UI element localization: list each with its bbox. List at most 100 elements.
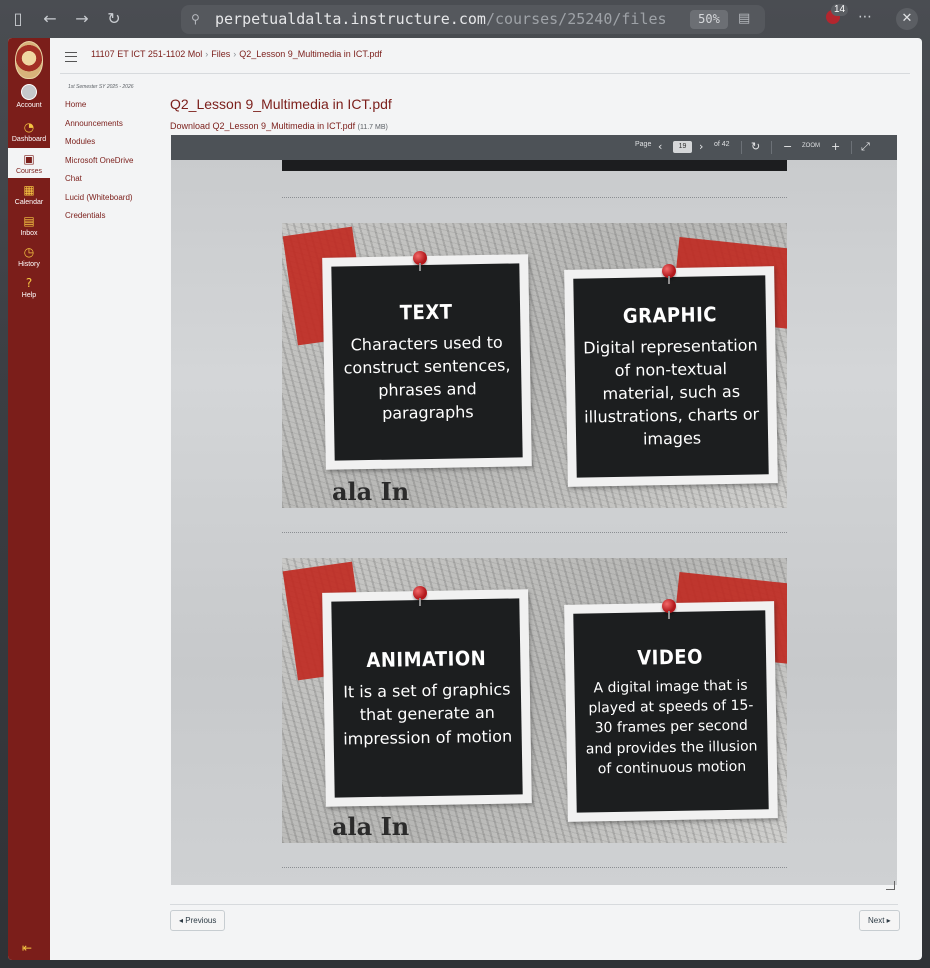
rotate-icon[interactable]: ↻ bbox=[751, 140, 760, 154]
card-title: GRAPHIC bbox=[622, 301, 718, 328]
global-nav: Account ◔ Dashboard ▣ Courses ▦ Calendar… bbox=[8, 38, 50, 960]
page-label: Page bbox=[635, 141, 652, 148]
card-title: VIDEO bbox=[637, 644, 704, 670]
nav-calendar[interactable]: ▦ Calendar bbox=[8, 183, 50, 209]
history-icon: ◷ bbox=[23, 245, 35, 259]
zoom-in-icon[interactable]: + bbox=[831, 140, 840, 154]
card-title: ANIMATION bbox=[366, 646, 487, 673]
pdf-slide: ala In TEXT Characters used to construct… bbox=[282, 223, 787, 508]
url-text[interactable]: perpetualdalta.instructure.com/courses/2… bbox=[215, 10, 685, 28]
fullscreen-icon[interactable]: ⤢ bbox=[861, 140, 870, 154]
divider bbox=[60, 73, 910, 74]
extension-badge: 14 bbox=[831, 4, 849, 16]
card-body: Characters used to construct sentences, … bbox=[343, 332, 511, 423]
card-animation: ANIMATION It is a set of graphics that g… bbox=[322, 589, 532, 807]
url-host: perpetualdalta.instructure.com bbox=[215, 10, 486, 28]
next-button[interactable]: Next ▸ bbox=[859, 910, 900, 931]
nav-label: Inbox bbox=[20, 230, 38, 237]
forward-icon[interactable]: → bbox=[72, 9, 92, 29]
divider bbox=[771, 141, 772, 154]
pdf-viewer: Page ‹ 19 › of 42 ↻ − ZOOM + ⤢ ala In TE… bbox=[171, 135, 897, 885]
course-nav-announcements[interactable]: Announcements bbox=[65, 119, 165, 128]
zoom-out-icon[interactable]: − bbox=[783, 140, 792, 154]
divider bbox=[851, 141, 852, 154]
close-icon[interactable]: ✕ bbox=[896, 8, 918, 30]
courses-icon: ▣ bbox=[23, 152, 35, 166]
course-nav-chat[interactable]: Chat bbox=[65, 174, 165, 183]
reader-mode-icon[interactable]: ▤ bbox=[738, 11, 754, 27]
app-window: Account ◔ Dashboard ▣ Courses ▦ Calendar… bbox=[8, 38, 922, 960]
pushpin-icon bbox=[413, 586, 427, 606]
previous-page-edge bbox=[282, 160, 787, 171]
prev-page-icon[interactable]: ‹ bbox=[658, 140, 662, 154]
next-page-icon[interactable]: › bbox=[699, 140, 703, 154]
school-logo[interactable] bbox=[15, 41, 43, 79]
page-total: of 42 bbox=[714, 141, 730, 148]
nav-history[interactable]: ◷ History bbox=[8, 245, 50, 271]
nav-dashboard[interactable]: ◔ Dashboard bbox=[8, 120, 50, 146]
divider bbox=[170, 904, 898, 905]
pushpin-icon bbox=[413, 251, 427, 271]
nav-account[interactable]: Account bbox=[8, 84, 50, 114]
dashboard-icon: ◔ bbox=[23, 120, 35, 134]
previous-button[interactable]: ◂ Previous bbox=[170, 910, 226, 931]
pdf-pages[interactable]: ala In TEXT Characters used to construct… bbox=[171, 160, 897, 885]
sidebar-toggle-icon[interactable]: ▯ bbox=[8, 9, 28, 29]
address-bar[interactable]: ⚲ perpetualdalta.instructure.com/courses… bbox=[181, 5, 765, 34]
back-icon[interactable]: ← bbox=[40, 9, 60, 29]
divider bbox=[741, 141, 742, 154]
card-body: Digital representation of non-textual ma… bbox=[583, 335, 760, 449]
breadcrumb-file[interactable]: Q2_Lesson 9_Multimedia in ICT.pdf bbox=[239, 49, 382, 59]
newspaper-heading: ala In bbox=[332, 812, 410, 841]
course-nav-home[interactable]: Home bbox=[65, 100, 165, 109]
page-title: Q2_Lesson 9_Multimedia in ICT.pdf bbox=[170, 96, 392, 112]
card-title: TEXT bbox=[399, 299, 453, 325]
download-link[interactable]: Download Q2_Lesson 9_Multimedia in ICT.p… bbox=[170, 121, 355, 131]
avatar bbox=[21, 84, 37, 100]
file-size: (11.7 MB) bbox=[357, 124, 388, 131]
course-nav-credentials[interactable]: Credentials bbox=[65, 211, 165, 220]
zoom-label: ZOOM bbox=[802, 143, 820, 149]
more-menu-icon[interactable]: ⋯ bbox=[858, 9, 872, 25]
breadcrumb-files[interactable]: Files bbox=[211, 49, 230, 59]
pdf-slide: ala In ANIMATION It is a set of graphics… bbox=[282, 558, 787, 843]
card-panel: ANIMATION It is a set of graphics that g… bbox=[331, 598, 523, 798]
browser-toolbar: ▯ ← → ↻ ⚲ perpetualdalta.instructure.com… bbox=[0, 0, 930, 38]
page-separator bbox=[282, 197, 787, 198]
calendar-icon: ▦ bbox=[23, 183, 35, 197]
inbox-icon: ▤ bbox=[23, 214, 35, 228]
reload-icon[interactable]: ↻ bbox=[104, 9, 124, 29]
breadcrumb-course[interactable]: 11107 ET ICT 251-1102 Mol bbox=[91, 49, 202, 59]
nav-label: History bbox=[18, 261, 40, 268]
viewer-toolbar: Page ‹ 19 › of 42 ↻ − ZOOM + ⤢ bbox=[171, 135, 897, 160]
download-line: Download Q2_Lesson 9_Multimedia in ICT.p… bbox=[170, 121, 388, 131]
page-number-input[interactable]: 19 bbox=[673, 141, 692, 153]
card-video: VIDEO A digital image that is played at … bbox=[564, 601, 778, 822]
term-label: 1st Semester SY 2025 - 2026 bbox=[68, 84, 134, 90]
newspaper-heading: ala In bbox=[332, 477, 410, 506]
zoom-badge[interactable]: 50% bbox=[690, 10, 728, 29]
site-info-icon[interactable]: ⚲ bbox=[191, 11, 207, 27]
breadcrumb-separator: › bbox=[205, 49, 209, 59]
page-separator bbox=[282, 532, 787, 533]
help-icon: ? bbox=[25, 276, 33, 290]
breadcrumb: 11107 ET ICT 251-1102 Mol › Files › Q2_Lesso… bbox=[91, 49, 382, 59]
course-nav-modules[interactable]: Modules bbox=[65, 137, 165, 146]
card-body: A digital image that is played at speeds… bbox=[585, 677, 758, 778]
course-nav-onedrive[interactable]: Microsoft OneDrive bbox=[65, 156, 165, 165]
collapse-nav-icon[interactable]: ⇤ bbox=[22, 941, 32, 955]
page-separator bbox=[282, 867, 787, 868]
resize-handle[interactable] bbox=[886, 881, 895, 890]
nav-label: Courses bbox=[15, 168, 43, 175]
pushpin-icon bbox=[662, 599, 676, 619]
course-menu-toggle-icon[interactable] bbox=[65, 52, 77, 62]
course-nav: 1st Semester SY 2025 - 2026 Home Announc… bbox=[65, 84, 165, 230]
card-panel: TEXT Characters used to construct senten… bbox=[331, 263, 523, 461]
url-path: /courses/25240/files bbox=[485, 10, 667, 28]
nav-help[interactable]: ? Help bbox=[8, 276, 50, 302]
nav-courses[interactable]: ▣ Courses bbox=[8, 148, 50, 178]
course-nav-lucid[interactable]: Lucid (Whiteboard) bbox=[65, 193, 165, 202]
nav-inbox[interactable]: ▤ Inbox bbox=[8, 214, 50, 240]
breadcrumb-separator: › bbox=[233, 49, 237, 59]
card-body: It is a set of graphics that generate an… bbox=[343, 679, 513, 749]
